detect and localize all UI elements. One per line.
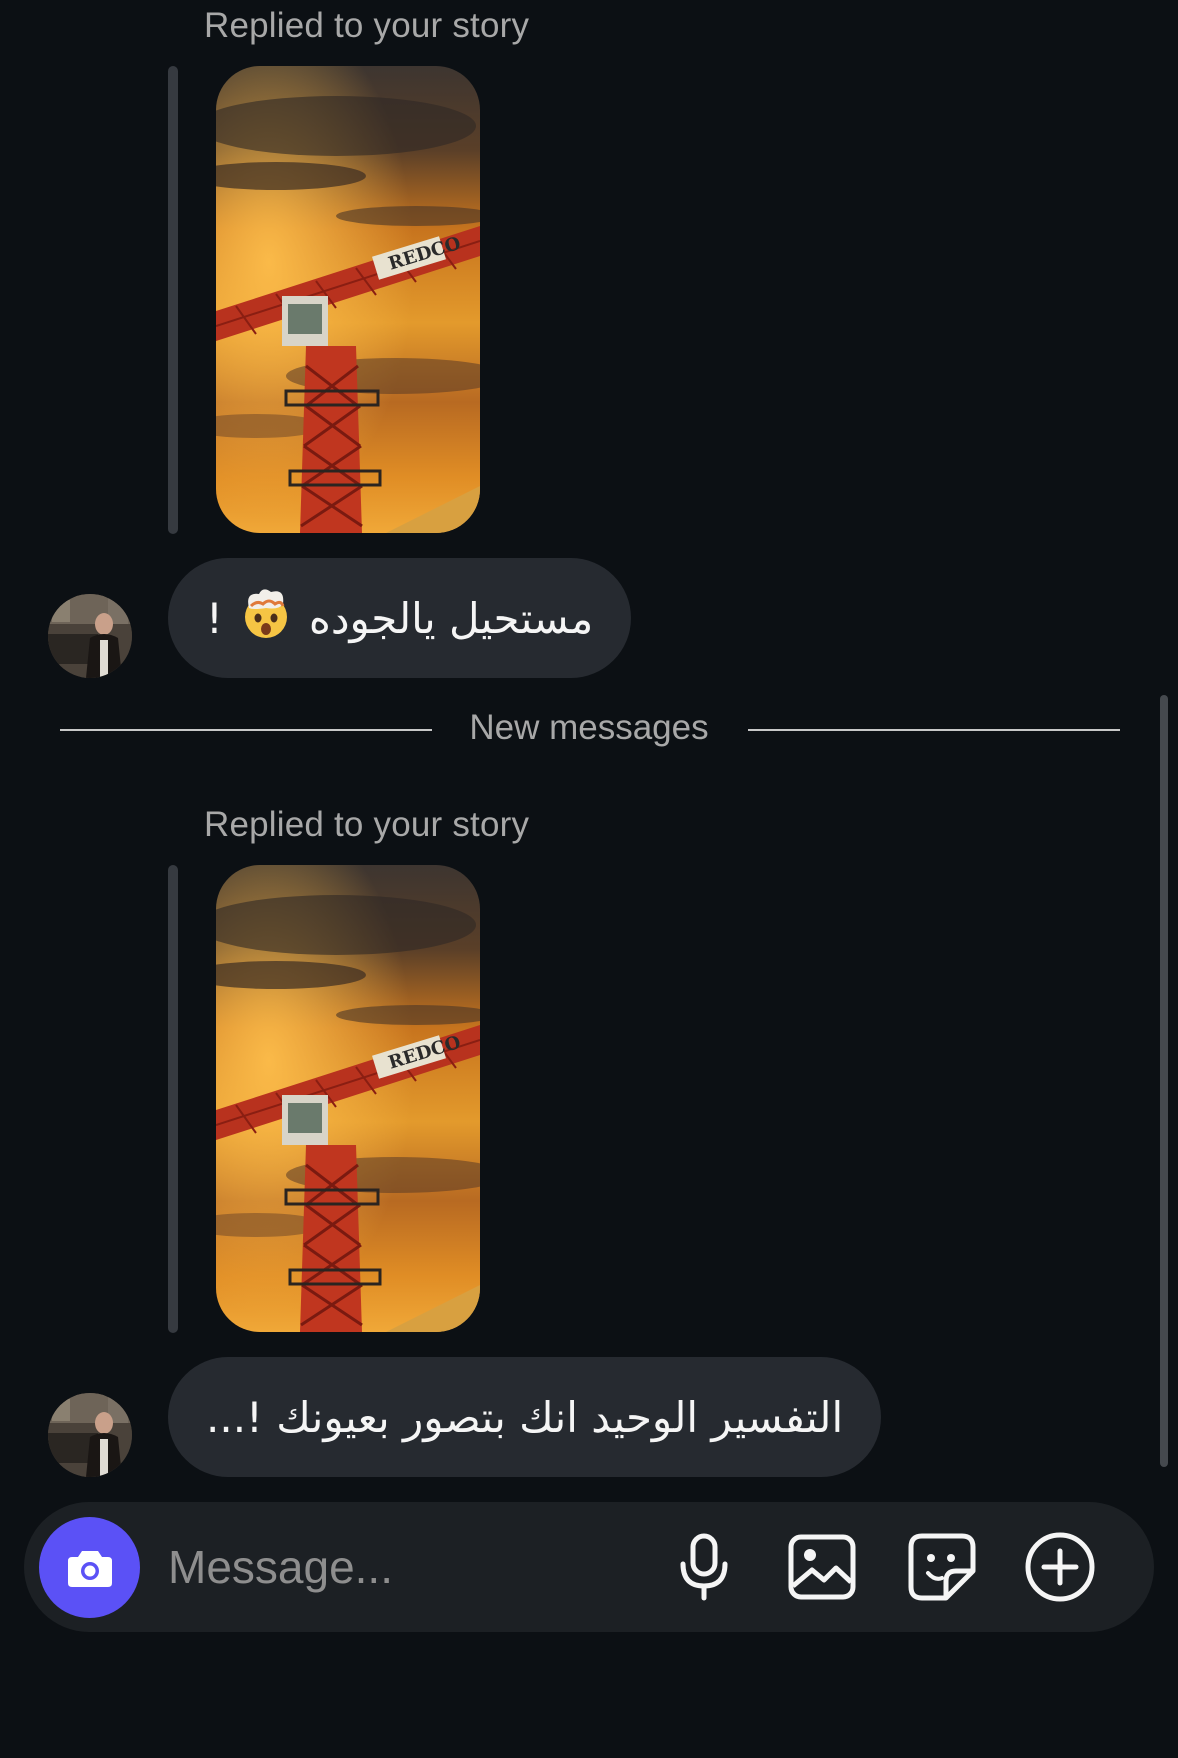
new-messages-divider: New messages [469, 708, 709, 747]
reply-context-label: Replied to your story [204, 805, 530, 844]
crane-photo: REDCO [216, 66, 480, 533]
message-text: مستحيل يالجوده [308, 593, 594, 643]
chat-thread: Replied to your story REDCO ! مستحيل يال… [0, 0, 1178, 1758]
sender-avatar[interactable] [48, 594, 132, 678]
camera-button[interactable] [39, 1517, 140, 1618]
scrollbar[interactable] [1160, 695, 1168, 1467]
gallery-button[interactable] [782, 1527, 862, 1607]
message-text: التفسير الوحيد انك بتصور بعيونك !... [206, 1392, 844, 1442]
more-options-button[interactable] [1020, 1527, 1100, 1607]
add-icon [1025, 1532, 1095, 1602]
reply-indicator-bar [168, 66, 178, 534]
story-thumbnail[interactable]: REDCO [216, 865, 480, 1332]
mind-blown-emoji-icon [239, 586, 293, 650]
camera-icon [67, 1550, 112, 1587]
reply-indicator-bar [168, 865, 178, 1333]
message-input[interactable] [168, 1532, 648, 1602]
crane-photo: REDCO [216, 865, 480, 1332]
microphone-icon [680, 1533, 728, 1601]
message-suffix: ! [206, 593, 223, 643]
gallery-icon [788, 1534, 856, 1600]
message-bubble[interactable]: ! مستحيل يالجوده [168, 558, 632, 678]
message-composer [24, 1502, 1154, 1632]
sticker-button[interactable] [902, 1527, 982, 1607]
message-bubble[interactable]: التفسير الوحيد انك بتصور بعيونك !... [168, 1357, 882, 1477]
sticker-icon [908, 1533, 976, 1601]
story-thumbnail[interactable]: REDCO [216, 66, 480, 533]
reply-context-label: Replied to your story [204, 6, 530, 45]
sender-avatar[interactable] [48, 1393, 132, 1477]
voice-message-button[interactable] [664, 1527, 744, 1607]
divider-line-right [748, 729, 1120, 731]
